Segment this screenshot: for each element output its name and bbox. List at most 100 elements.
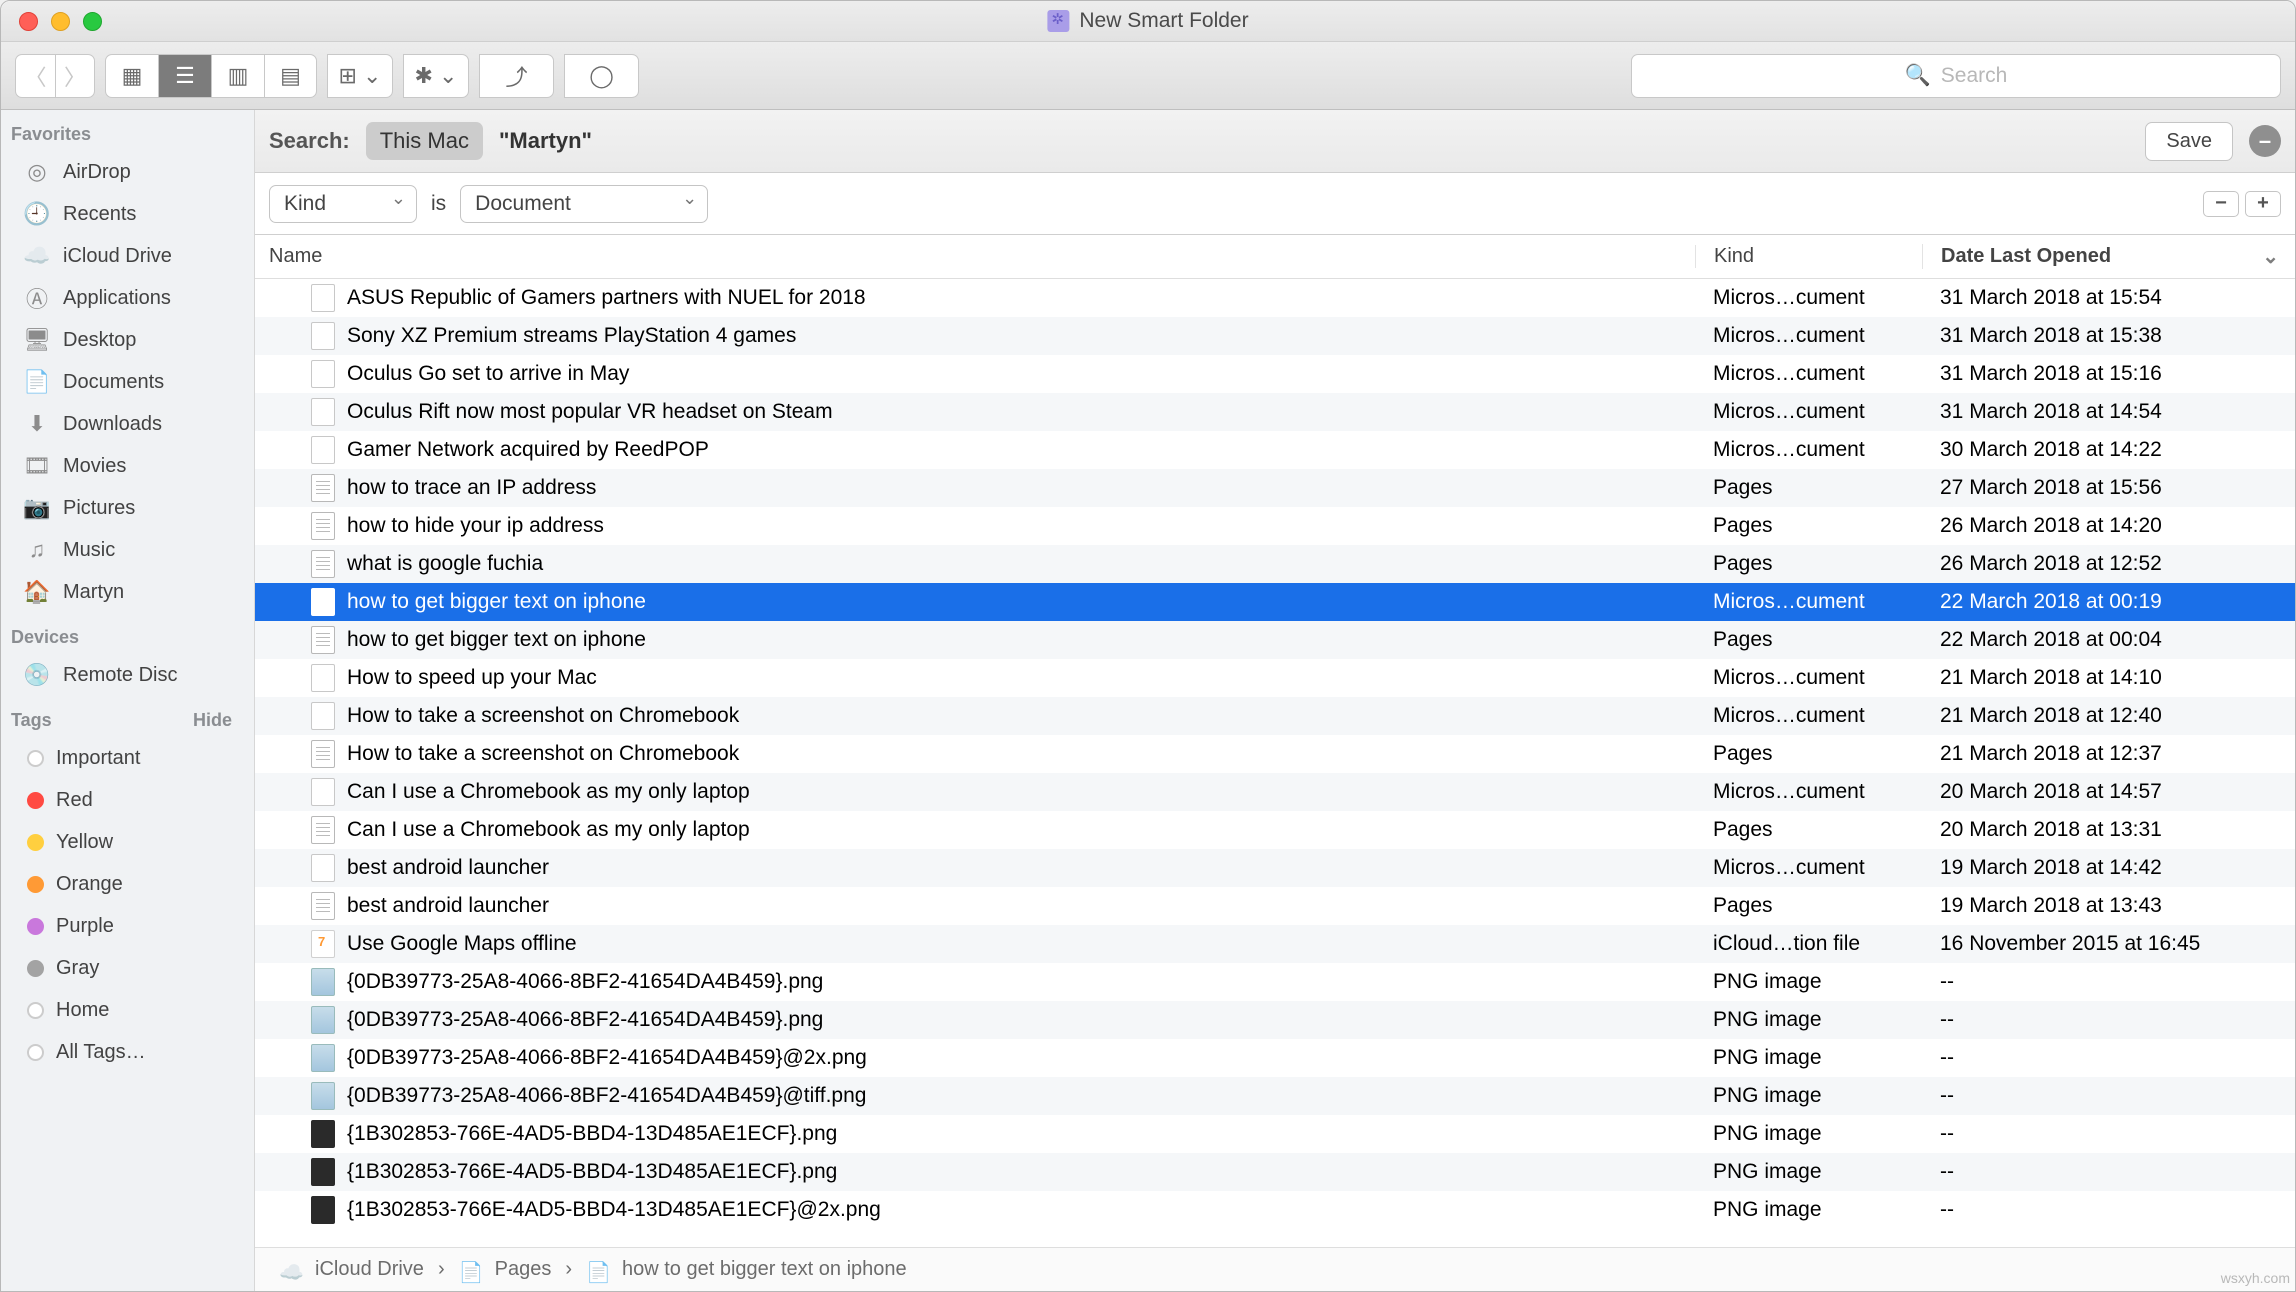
sidebar-item-icloud-drive[interactable]: ☁️iCloud Drive — [1, 235, 254, 277]
tag-item-yellow[interactable]: Yellow — [1, 821, 254, 863]
file-name: {0DB39773-25A8-4066-8BF2-41654DA4B459}@2… — [347, 1046, 867, 1070]
file-date: -- — [1922, 1160, 2295, 1184]
sidebar-item-label: Desktop — [63, 329, 136, 352]
file-name: what is google fuchia — [347, 552, 543, 576]
sidebar-item-downloads[interactable]: ⬇Downloads — [1, 403, 254, 445]
sidebar-item-movies[interactable]: 🎞Movies — [1, 445, 254, 487]
tag-item-red[interactable]: Red — [1, 779, 254, 821]
close-button[interactable] — [19, 12, 38, 31]
sidebar-item-martyn[interactable]: 🏠Martyn — [1, 571, 254, 613]
file-kind: Micros…cument — [1695, 780, 1922, 804]
remove-search-button[interactable]: – — [2249, 125, 2281, 157]
arrange-button[interactable]: ⊞ ⌄ — [327, 54, 393, 98]
file-list[interactable]: ASUS Republic of Gamers partners with NU… — [255, 279, 2295, 1247]
minimize-button[interactable] — [51, 12, 70, 31]
tag-item-orange[interactable]: Orange — [1, 863, 254, 905]
file-row[interactable]: Sony XZ Premium streams PlayStation 4 ga… — [255, 317, 2295, 355]
file-icon — [311, 588, 335, 616]
file-row[interactable]: {0DB39773-25A8-4066-8BF2-41654DA4B459}.p… — [255, 1001, 2295, 1039]
file-name: {1B302853-766E-4AD5-BBD4-13D485AE1ECF}@2… — [347, 1198, 881, 1222]
file-row[interactable]: {1B302853-766E-4AD5-BBD4-13D485AE1ECF}.p… — [255, 1153, 2295, 1191]
zoom-button[interactable] — [83, 12, 102, 31]
file-icon — [311, 702, 335, 730]
criteria-remove-button[interactable]: − — [2203, 191, 2239, 217]
list-view-button[interactable]: ☰ — [158, 54, 211, 98]
file-row[interactable]: Gamer Network acquired by ReedPOPMicros…… — [255, 431, 2295, 469]
path-segment[interactable]: Pages — [495, 1258, 552, 1281]
header-date[interactable]: Date Last Opened⌄ — [1922, 244, 2295, 269]
path-bar[interactable]: ☁️iCloud Drive›📄Pages›📄how to get bigger… — [255, 1247, 2295, 1291]
tag-item-important[interactable]: Important — [1, 737, 254, 779]
icon-view-button[interactable]: ▦ — [105, 54, 158, 98]
sidebar-item-applications[interactable]: ⒶApplications — [1, 277, 254, 319]
tags-button[interactable]: ◯ — [564, 54, 639, 98]
file-row[interactable]: what is google fuchiaPages26 March 2018 … — [255, 545, 2295, 583]
file-row[interactable]: Oculus Rift now most popular VR headset … — [255, 393, 2295, 431]
file-date: -- — [1922, 1046, 2295, 1070]
hide-tags-button[interactable]: Hide — [193, 710, 244, 731]
file-row[interactable]: {1B302853-766E-4AD5-BBD4-13D485AE1ECF}.p… — [255, 1115, 2295, 1153]
file-row[interactable]: best android launcherPages19 March 2018 … — [255, 887, 2295, 925]
file-row[interactable]: Use Google Maps offlineiCloud…tion file1… — [255, 925, 2295, 963]
file-row[interactable]: Oculus Go set to arrive in MayMicros…cum… — [255, 355, 2295, 393]
file-row[interactable]: {0DB39773-25A8-4066-8BF2-41654DA4B459}@2… — [255, 1039, 2295, 1077]
file-row[interactable]: how to hide your ip addressPages26 March… — [255, 507, 2295, 545]
file-icon — [311, 664, 335, 692]
file-row[interactable]: Can I use a Chromebook as my only laptop… — [255, 811, 2295, 849]
window-controls — [1, 12, 102, 31]
tag-item-purple[interactable]: Purple — [1, 905, 254, 947]
file-row[interactable]: how to get bigger text on iphoneMicros…c… — [255, 583, 2295, 621]
header-kind[interactable]: Kind — [1695, 245, 1922, 268]
file-row[interactable]: {0DB39773-25A8-4066-8BF2-41654DA4B459}.p… — [255, 963, 2295, 1001]
file-date: 30 March 2018 at 14:22 — [1922, 438, 2295, 462]
file-date: 20 March 2018 at 13:31 — [1922, 818, 2295, 842]
sidebar-item-pictures[interactable]: 📷Pictures — [1, 487, 254, 529]
file-row[interactable]: {0DB39773-25A8-4066-8BF2-41654DA4B459}@t… — [255, 1077, 2295, 1115]
sidebar-item-airdrop[interactable]: ◎AirDrop — [1, 151, 254, 193]
sidebar-item-label: Applications — [63, 287, 171, 310]
file-name: Oculus Rift now most popular VR headset … — [347, 400, 833, 424]
save-button[interactable]: Save — [2145, 122, 2233, 161]
file-row[interactable]: Can I use a Chromebook as my only laptop… — [255, 773, 2295, 811]
column-view-button[interactable]: ▥ — [211, 54, 264, 98]
titlebar[interactable]: New Smart Folder — [1, 1, 2295, 42]
sidebar-item-music[interactable]: ♫Music — [1, 529, 254, 571]
sidebar: Favorites ◎AirDrop🕘Recents☁️iCloud Drive… — [1, 110, 255, 1291]
file-row[interactable]: How to speed up your MacMicros…cument21 … — [255, 659, 2295, 697]
sidebar-item-remote-disc[interactable]: 💿Remote Disc — [1, 654, 254, 696]
path-segment[interactable]: iCloud Drive — [315, 1258, 424, 1281]
action-button[interactable]: ✱ ⌄ — [403, 54, 469, 98]
criteria-value-select[interactable]: Document — [460, 185, 708, 223]
scope-martyn[interactable]: "Martyn" — [499, 128, 592, 154]
tag-item-all-tags-[interactable]: All Tags… — [1, 1031, 254, 1073]
criteria-attribute-select[interactable]: Kind — [269, 185, 417, 223]
file-row[interactable]: best android launcherMicros…cument19 Mar… — [255, 849, 2295, 887]
sidebar-item-label: Recents — [63, 203, 136, 226]
gallery-view-button[interactable]: ▤ — [264, 54, 317, 98]
sidebar-item-documents[interactable]: 📄Documents — [1, 361, 254, 403]
criteria-add-button[interactable]: + — [2245, 191, 2281, 217]
search-field[interactable]: 🔍 Search — [1631, 54, 2281, 98]
tag-item-home[interactable]: Home — [1, 989, 254, 1031]
path-segment[interactable]: how to get bigger text on iphone — [622, 1258, 907, 1281]
tag-item-gray[interactable]: Gray — [1, 947, 254, 989]
file-kind: Micros…cument — [1695, 324, 1922, 348]
file-date: 27 March 2018 at 15:56 — [1922, 476, 2295, 500]
file-row[interactable]: How to take a screenshot on ChromebookPa… — [255, 735, 2295, 773]
file-date: 19 March 2018 at 13:43 — [1922, 894, 2295, 918]
header-name[interactable]: Name — [255, 245, 1695, 268]
file-row[interactable]: ASUS Republic of Gamers partners with NU… — [255, 279, 2295, 317]
file-row[interactable]: how to get bigger text on iphonePages22 … — [255, 621, 2295, 659]
file-name: {1B302853-766E-4AD5-BBD4-13D485AE1ECF}.p… — [347, 1122, 837, 1146]
title-text: New Smart Folder — [1079, 9, 1248, 33]
share-button[interactable]: ⤴ — [479, 54, 554, 98]
file-row[interactable]: How to take a screenshot on ChromebookMi… — [255, 697, 2295, 735]
back-button[interactable]: 〈 — [15, 54, 55, 98]
forward-button[interactable]: 〉 — [55, 54, 95, 98]
file-row[interactable]: {1B302853-766E-4AD5-BBD4-13D485AE1ECF}@2… — [255, 1191, 2295, 1229]
sidebar-item-desktop[interactable]: 🖥Desktop — [1, 319, 254, 361]
scope-this-mac[interactable]: This Mac — [366, 122, 483, 160]
file-kind: PNG image — [1695, 1084, 1922, 1108]
sidebar-item-recents[interactable]: 🕘Recents — [1, 193, 254, 235]
file-row[interactable]: how to trace an IP addressPages27 March … — [255, 469, 2295, 507]
